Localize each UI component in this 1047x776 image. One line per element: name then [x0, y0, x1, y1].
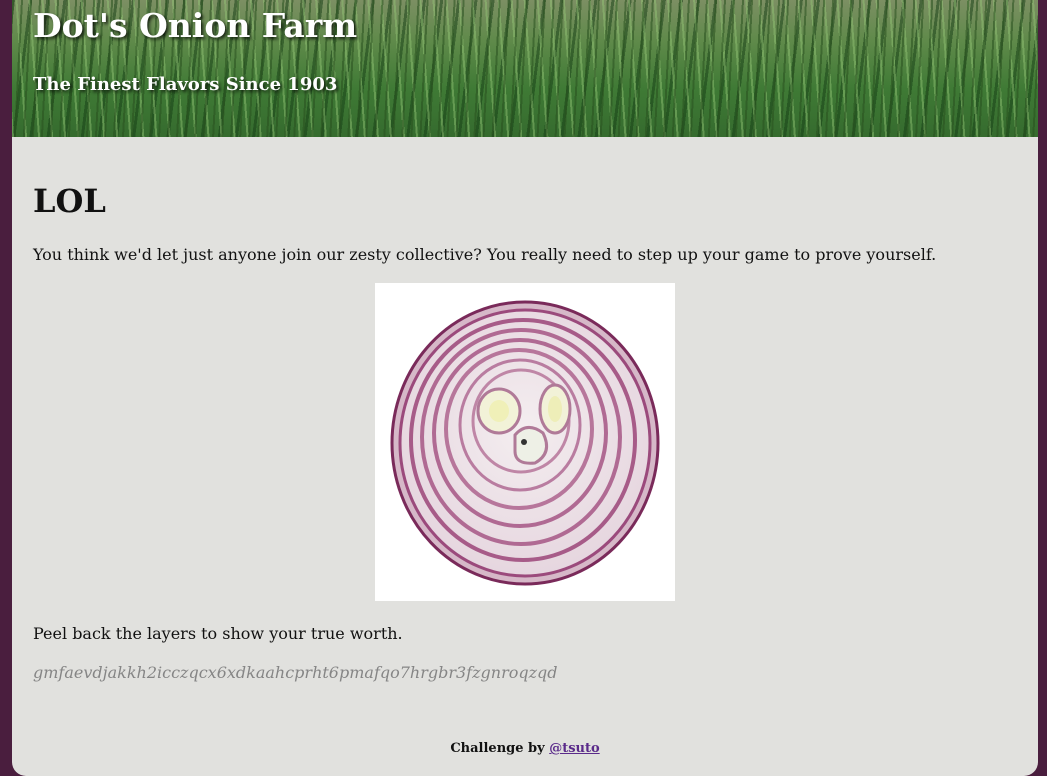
peel-text: Peel back the layers to show your true w…	[33, 624, 403, 643]
site-subtitle: The Finest Flavors Since 1903	[33, 74, 338, 95]
intro-text: You think we'd let just anyone join our …	[33, 245, 937, 264]
header-banner: Dot's Onion Farm The Finest Flavors Sinc…	[12, 0, 1038, 137]
page-container: Dot's Onion Farm The Finest Flavors Sinc…	[12, 0, 1038, 776]
author-link[interactable]: @tsuto	[549, 741, 599, 756]
credit-prefix: Challenge by	[450, 741, 550, 756]
secret-string: gmfaevdjakkh2icczqcx6xdkaahcprht6pmafqo7…	[33, 663, 558, 682]
page-heading: LOL	[33, 182, 106, 220]
onion-illustration	[390, 300, 660, 586]
site-title: Dot's Onion Farm	[33, 6, 358, 45]
footer-credit: Challenge by @tsuto	[12, 741, 1038, 756]
onion-image	[375, 283, 675, 601]
